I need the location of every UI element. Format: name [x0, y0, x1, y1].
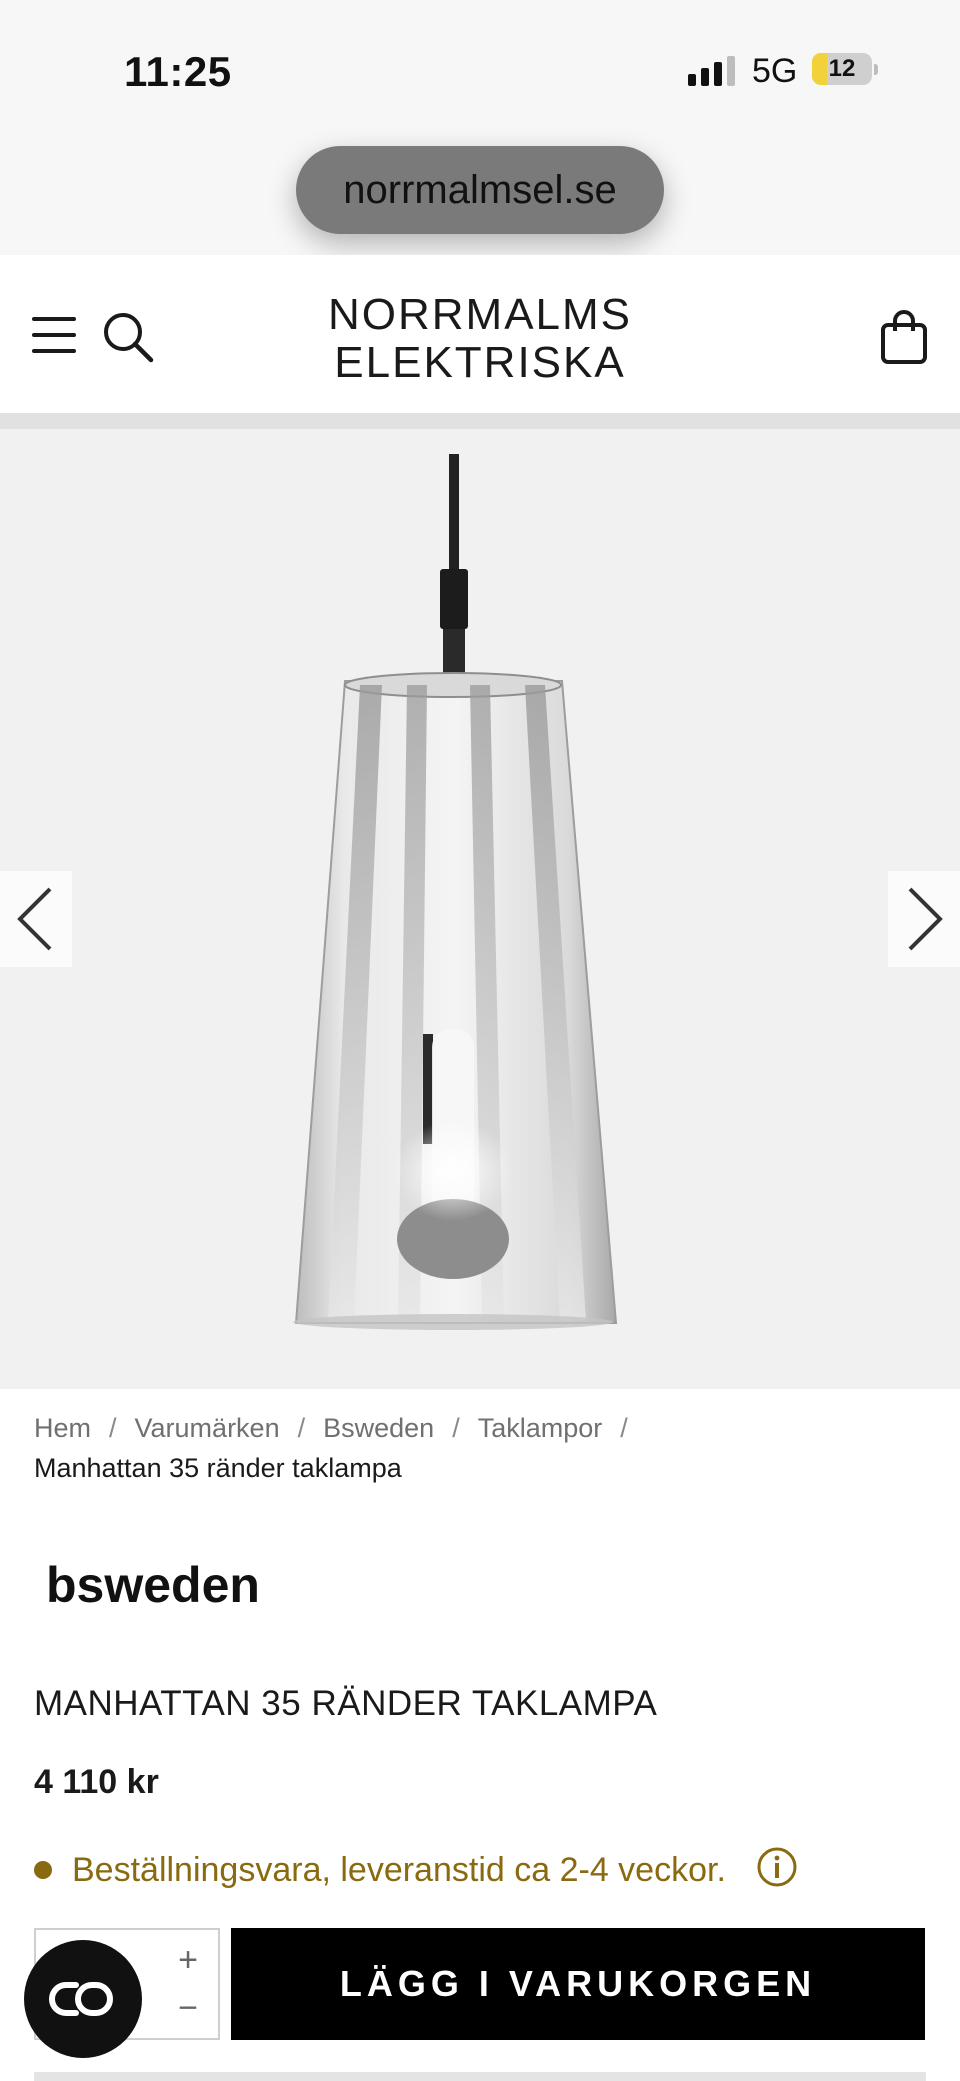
site-header: NORRMALMS ELEKTRISKA — [0, 255, 960, 413]
breadcrumb-bsweden[interactable]: Bsweden — [323, 1413, 434, 1443]
gallery-prev-button[interactable] — [0, 871, 72, 967]
shopping-bag-icon[interactable] — [880, 309, 928, 365]
browser-url-area: norrmalmsel.se — [0, 140, 960, 255]
battery-icon: 12 — [812, 53, 878, 85]
product-price: 4 110 kr — [34, 1763, 159, 1801]
breadcrumb-brands[interactable]: Varumärken — [135, 1413, 280, 1443]
product-brand[interactable]: bsweden — [46, 1556, 260, 1614]
availability-status: Beställningsvara, leveranstid ca 2-4 vec… — [34, 1848, 726, 1892]
network-type: 5G — [752, 52, 798, 90]
logo-line-2: ELEKTRISKA — [334, 338, 626, 387]
battery-level: 12 — [828, 55, 856, 82]
chat-button[interactable] — [24, 1940, 142, 2058]
breadcrumb-ceiling-lamps[interactable]: Taklampor — [478, 1413, 603, 1443]
breadcrumb-current: Manhattan 35 ränder taklampa — [34, 1453, 402, 1483]
site-logo[interactable]: NORRMALMS ELEKTRISKA — [310, 291, 650, 387]
chat-link-icon — [49, 1982, 113, 2016]
gallery-next-button[interactable] — [888, 871, 960, 967]
product-title: MANHATTAN 35 RÄNDER TAKLAMPA — [34, 1684, 658, 1723]
availability-text: Beställningsvara, leveranstid ca 2-4 vec… — [72, 1850, 726, 1889]
info-icon[interactable] — [756, 1846, 798, 1888]
status-bar: 11:25 5G 12 — [0, 0, 960, 140]
chevron-left-icon — [17, 887, 52, 951]
bottom-strip — [34, 2072, 926, 2081]
breadcrumb: Hem / Varumärken / Bsweden / Taklampor / Manhat… — [34, 1408, 934, 1488]
hamburger-icon[interactable] — [32, 317, 76, 353]
url-bar[interactable]: norrmalmsel.se — [296, 146, 664, 234]
breadcrumb-home[interactable]: Hem — [34, 1413, 91, 1443]
signal-icon — [688, 56, 735, 86]
quantity-decrease-button[interactable]: − — [166, 1988, 210, 2028]
chevron-right-icon — [908, 887, 943, 951]
quantity-increase-button[interactable]: + — [166, 1940, 210, 1980]
search-icon[interactable] — [102, 311, 154, 363]
add-to-cart-button[interactable]: LÄGG I VARUKORGEN — [231, 1928, 925, 2040]
header-divider — [0, 413, 960, 429]
logo-line-1: NORRMALMS — [327, 290, 633, 339]
availability-dot — [34, 1861, 52, 1879]
status-time: 11:25 — [124, 48, 232, 95]
product-image — [293, 454, 618, 1330]
product-gallery[interactable] — [0, 429, 960, 1389]
